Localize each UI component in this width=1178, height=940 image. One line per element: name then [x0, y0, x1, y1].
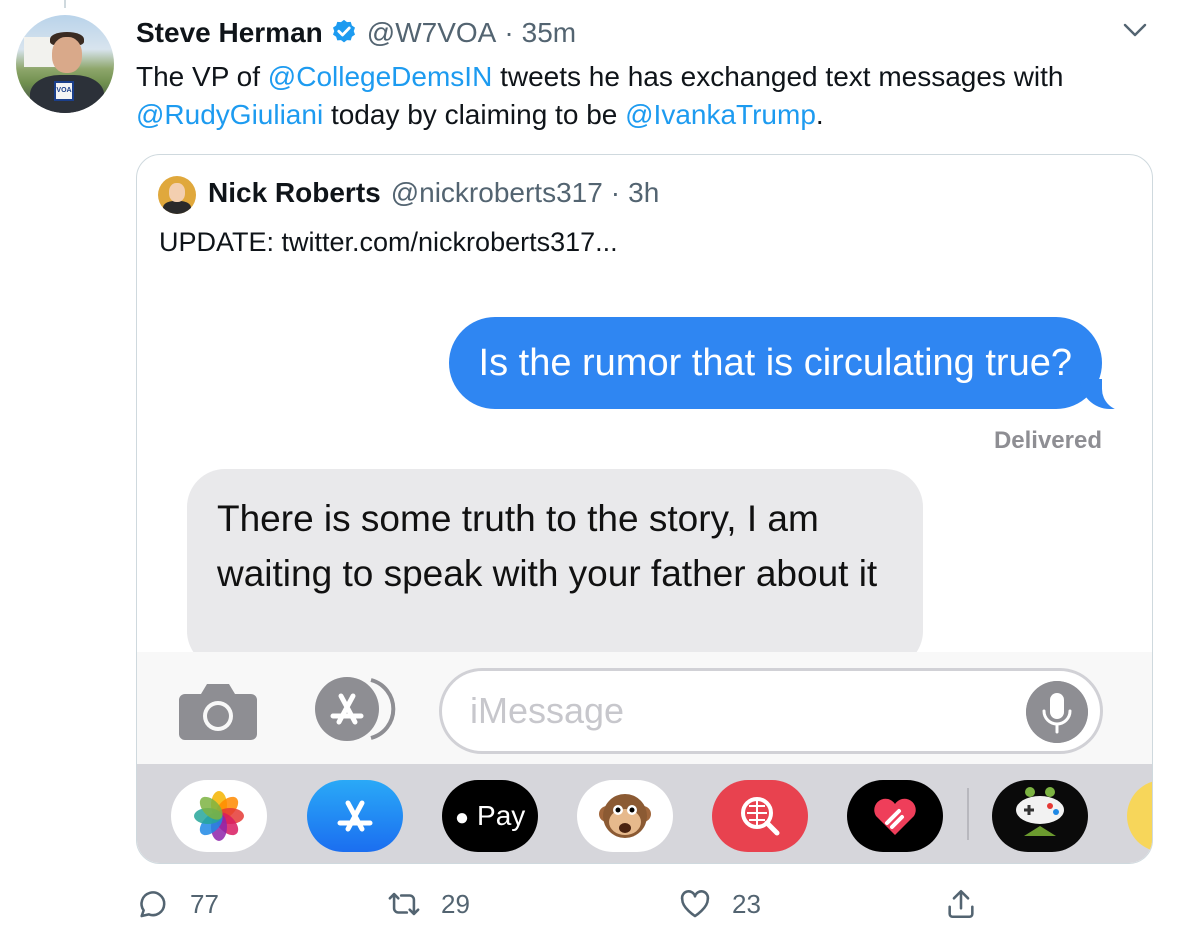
camera-icon — [179, 684, 257, 740]
sticker-icon — [1127, 780, 1152, 852]
tweet-text: The VP of @CollegeDemsIN tweets he has e… — [136, 58, 1156, 134]
incoming-message-text: There is some truth to the story, I am w… — [217, 498, 878, 594]
quote-author-handle: @nickroberts317 — [390, 177, 603, 208]
author-avatar[interactable]: VOA — [16, 15, 114, 113]
apple-pay-label: Pay — [477, 800, 526, 831]
animoji-monkey-icon — [577, 780, 673, 852]
reply-count: 77 — [190, 888, 219, 919]
author-handle[interactable]: @W7VOA — [367, 17, 497, 49]
chevron-down-icon[interactable] — [1122, 20, 1148, 40]
incoming-message-bubble: There is some truth to the story, I am w… — [187, 469, 923, 669]
quote-author-avatar — [158, 176, 196, 214]
reply-icon — [140, 891, 166, 918]
separator-dot: · — [610, 177, 621, 208]
microphone-icon — [1026, 681, 1088, 743]
tweet-text-segment: today by claiming to be — [323, 99, 626, 130]
tweet-text-segment: tweets he has exchanged text messages wi… — [492, 61, 1064, 92]
outgoing-message-text: Is the rumor that is circulating true? — [478, 342, 1072, 384]
game-icon — [992, 780, 1088, 852]
quoted-tweet[interactable]: Nick Roberts @nickroberts317 · 3h UPDATE… — [136, 154, 1153, 864]
share-icon — [948, 889, 974, 919]
imessage-screenshot: Is the rumor that is circulating true? D… — [137, 285, 1152, 863]
retweet-icon — [388, 892, 420, 916]
thread-line — [64, 0, 66, 8]
mention-link[interactable]: @RudyGiuliani — [136, 99, 323, 130]
tweet-text-segment: The VP of — [136, 61, 268, 92]
reply-button[interactable]: 77 — [136, 882, 219, 926]
like-button[interactable]: 23 — [678, 882, 761, 926]
quote-time: 3h — [628, 177, 660, 208]
delivered-status: Delivered — [993, 427, 1102, 454]
apple-pay-icon: ● Pay — [442, 780, 538, 852]
drawer-separator — [967, 788, 969, 840]
app-store-icon — [307, 780, 403, 852]
like-count: 23 — [732, 888, 761, 919]
outgoing-message-bubble: Is the rumor that is circulating true? — [448, 317, 1132, 411]
mention-link[interactable]: @IvankaTrump — [625, 99, 816, 130]
voa-badge: VOA — [54, 81, 74, 101]
tweet-time[interactable]: 35m — [522, 17, 576, 49]
author-name[interactable]: Steve Herman — [136, 17, 323, 49]
retweet-button[interactable]: 29 — [387, 882, 470, 926]
quote-author-name: Nick Roberts — [208, 177, 381, 208]
heart-icon — [680, 890, 710, 918]
web-images-icon — [712, 780, 808, 852]
quote-text: UPDATE: twitter.com/nickroberts317... — [159, 227, 618, 257]
tweet-actions: 77 29 23 — [136, 882, 996, 926]
retweet-count: 29 — [441, 888, 470, 919]
photos-icon — [171, 780, 267, 852]
tweet-header: Steve Herman @W7VOA · 35m — [136, 17, 576, 49]
app-store-button-icon — [315, 677, 396, 741]
imessage-input — [470, 687, 990, 735]
quote-header: Nick Roberts @nickroberts317 · 3h — [208, 177, 659, 209]
mention-link[interactable]: @CollegeDemsIN — [268, 61, 493, 92]
app-drawer: ● Pay — [137, 764, 1152, 863]
digital-touch-icon — [847, 780, 943, 852]
tweet-text-segment: . — [815, 99, 824, 130]
verified-badge-icon — [332, 19, 355, 43]
share-button[interactable] — [944, 882, 978, 926]
imessage-field — [439, 668, 1103, 754]
compose-bar — [137, 652, 1152, 764]
separator-dot: · — [504, 17, 514, 48]
